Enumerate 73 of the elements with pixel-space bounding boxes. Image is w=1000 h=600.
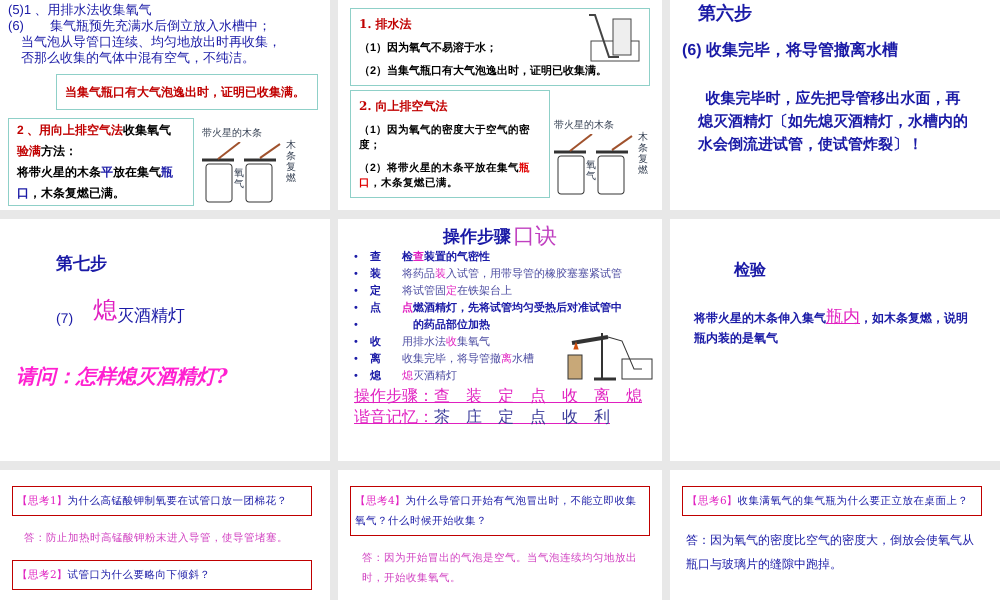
bullet: •: [354, 352, 359, 367]
step-text: 熄灭酒精灯: [402, 369, 457, 384]
slide-title: 操作步骤: [443, 226, 511, 248]
slide[interactable]: 第六步 (6) 收集完毕，将导管撤离水槽 收集完毕时，应先把导管移出水面，再熄灭酒精灯〔如先熄灭酒精灯，水槽内的水会倒流进试管，使试管炸裂〕！: [670, 0, 1000, 210]
answer-text: 答：因为开始冒出的气泡是空气。当气泡连续均匀地放出时，开始收集氧气。: [361, 551, 638, 586]
figure-label: 带火星的木条: [202, 126, 262, 141]
step-text: 点燃酒精灯，先将试管均匀受热后对准试管中: [402, 300, 622, 316]
step-text: 灭酒精灯: [117, 305, 186, 327]
step-text: 检查装置的气密性: [402, 250, 490, 265]
method-heading: 2. 向上排空气法: [359, 98, 449, 115]
slide[interactable]: (5)1 、用排水法收集氧气 (6) 集气瓶预先充满水后倒立放入水槽中； 当气泡从导管口连续、均匀地放出时再收集， 否那么收集的气体中混有空气，不纯洁。 当集气瓶口有大气泡逸出时，证明已收集满。 2 、用向上排空气法收集氧气 验满方法： 将带火星的木条平放在集气瓶 口，木条复燃已满。 带火星的木条 氧气 木条复燃: [0, 0, 330, 210]
slide-text: 否那么收集的气体中混有空气，不纯洁。: [20, 50, 256, 66]
slide-text: 验满方法：: [17, 144, 78, 159]
slide-title: 检验: [734, 260, 767, 281]
step-key: 定: [370, 283, 402, 300]
slide[interactable]: 【思考4】为什么导管口开始有气泡冒出时，不能立即收集氧气？什么时候开始收集？ 答：因为开始冒出的气泡是空气。当气泡连续均匀地放出时，开始收集氧气。: [338, 470, 662, 600]
figure-label: 木条复燃: [286, 140, 296, 184]
step-key: 离: [370, 351, 402, 368]
question-box: 【思考2】试管口为什么要略向下倾斜？: [12, 560, 312, 590]
slide-text: (6) 集气瓶预先充满水后倒立放入水槽中；: [8, 18, 272, 34]
slide-paragraph: 收集完毕时，应先把导管移出水面，再熄灭酒精灯〔如先熄灭酒精灯，水槽内的水会倒流进试管，使试管炸裂〕！: [698, 89, 969, 155]
answer-text: 答：防止加热时高锰酸钾粉末进入导管，使导管堵塞。: [23, 531, 289, 546]
slide-title-accent: 口诀: [513, 223, 557, 249]
step-number: (7): [56, 308, 74, 328]
step-text: 将药品装入试管，用带导管的橡胶塞塞紧试管: [402, 266, 622, 282]
slide[interactable]: 1. 排水法 （1）因为氧气不易溶于水； （2）当集气瓶口有大气泡逸出时，证明已收集满。 2. 向上排空气法 （1）因为氧气的密度大于空气的密度； （2）将带火星的木条平放在集气瓶口，木条复燃已满。 带火星的木条 氧气 木条复燃: [338, 0, 662, 210]
step-key: 熄: [370, 368, 402, 385]
bullet: •: [354, 250, 359, 265]
slide-text: （2）将带火星的木条平放在集气瓶口，木条复燃已满。: [359, 161, 531, 191]
question-text: 请问：怎样熄灭酒精灯?: [16, 362, 229, 390]
slide-text: 当气泡从导管口连续、均匀地放出时再收集，: [20, 34, 282, 50]
answer-text: 答：因为氧气的密度比空气的密度大，倒放会使氧气从瓶口与玻璃片的缝隙中跑掉。: [685, 532, 975, 573]
slide-text: （2）当集气瓶口有大气泡逸出时，证明已收集满。: [359, 64, 608, 79]
bullet: •: [354, 369, 359, 384]
slide-text: 口，木条复燃已满。: [17, 186, 126, 201]
slide-text: 将带火星的木条平放在集气瓶: [17, 165, 174, 180]
step-key: 装: [370, 266, 402, 283]
slide-paragraph: 将带火星的木条伸入集气瓶内，如木条复燃，说明瓶内装的是氧气: [694, 307, 969, 347]
step-text: 用排水法收集氧气: [402, 335, 490, 350]
memo-text: 茶 庄 定 点 收 利: [434, 408, 610, 428]
figure-label: 氧气: [586, 160, 596, 182]
step-text: 的药品部位加热: [412, 318, 490, 333]
question-box: 【思考6】收集满氧气的集气瓶为什么要正立放在桌面上？: [682, 486, 982, 516]
figure-label: 木条复燃: [638, 132, 648, 176]
step-key: 查: [370, 249, 402, 266]
bullet: •: [354, 318, 359, 333]
slide-title: 第七步: [56, 253, 108, 275]
slide-text: 2 、用向上排空气法收集氧气: [17, 123, 172, 138]
figure-label: 带火星的木条: [554, 118, 614, 133]
key-character: 熄: [93, 296, 118, 326]
summary-text: 操作步骤：查 装 定 点 收 离 熄: [354, 387, 643, 407]
slide-text: （1）因为氧气的密度大于空气的密度；: [359, 123, 531, 153]
slide[interactable]: 检验 将带火星的木条伸入集气瓶内，如木条复燃，说明瓶内装的是氧气: [670, 219, 1000, 461]
bullet: •: [354, 284, 359, 299]
step-key: 收: [370, 334, 402, 351]
slide-text: （1）因为氧气不易溶于水；: [359, 41, 498, 56]
slide-text: (5)1 、用排水法收集氧气: [8, 2, 153, 18]
bullet: •: [354, 267, 359, 282]
figure-label: 氧气: [234, 168, 244, 190]
step-text: 收集完毕，将导管撤离水槽: [402, 352, 534, 367]
method-heading: 1. 排水法: [359, 16, 413, 33]
bullet: •: [354, 335, 359, 350]
question-box: 【思考4】为什么导管口开始有气泡冒出时，不能立即收集氧气？什么时候开始收集？: [350, 486, 650, 536]
slide[interactable]: 【思考6】收集满氧气的集气瓶为什么要正立放在桌面上？ 答：因为氧气的密度比空气的密度大，倒放会使氧气从瓶口与玻璃片的缝隙中跑掉。: [670, 470, 1000, 600]
question-box: 【思考1】为什么高锰酸钾制氧要在试管口放一团棉花？: [12, 486, 312, 516]
step-text: 将试管固定在铁架台上: [402, 284, 512, 299]
slide-title: 第六步: [698, 2, 753, 25]
step-key: 点: [370, 300, 402, 317]
slide[interactable]: 【思考1】为什么高锰酸钾制氧要在试管口放一团棉花？ 答：防止加热时高锰酸钾粉末进入导管，使导管堵塞。 【思考2】试管口为什么要略向下倾斜？: [0, 470, 330, 600]
bullet: •: [354, 301, 359, 316]
water-trough-drawing: [589, 13, 641, 63]
step-heading: (6) 收集完毕，将导管撤离水槽: [682, 40, 899, 61]
note-box: 当集气瓶口有大气泡逸出时，证明已收集满。: [56, 74, 318, 110]
